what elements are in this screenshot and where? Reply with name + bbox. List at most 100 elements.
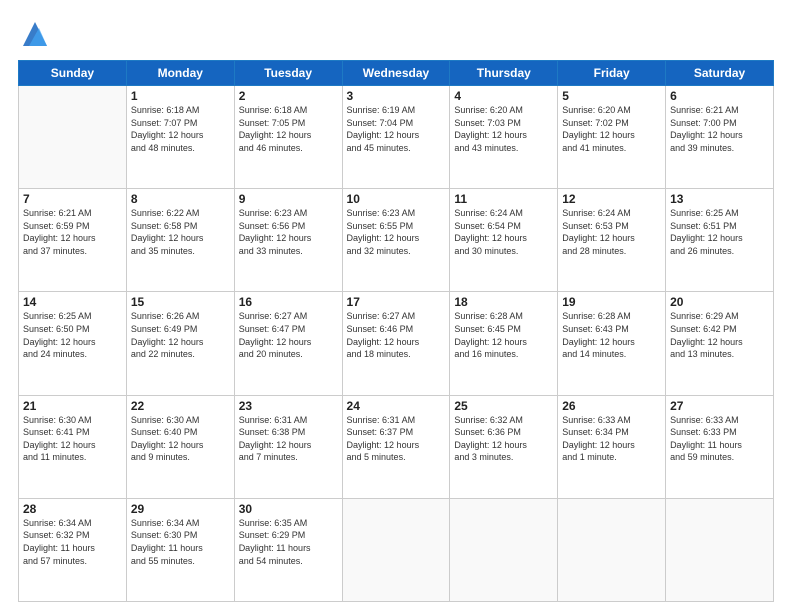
calendar-cell: 30Sunrise: 6:35 AM Sunset: 6:29 PM Dayli… <box>234 498 342 601</box>
day-number: 28 <box>23 502 122 516</box>
weekday-header-thursday: Thursday <box>450 61 558 86</box>
calendar-cell: 9Sunrise: 6:23 AM Sunset: 6:56 PM Daylig… <box>234 189 342 292</box>
calendar-cell: 14Sunrise: 6:25 AM Sunset: 6:50 PM Dayli… <box>19 292 127 395</box>
day-number: 19 <box>562 295 661 309</box>
day-info: Sunrise: 6:18 AM Sunset: 7:05 PM Dayligh… <box>239 104 338 154</box>
calendar-cell <box>19 86 127 189</box>
day-number: 18 <box>454 295 553 309</box>
day-info: Sunrise: 6:25 AM Sunset: 6:50 PM Dayligh… <box>23 310 122 360</box>
day-number: 29 <box>131 502 230 516</box>
calendar-cell: 24Sunrise: 6:31 AM Sunset: 6:37 PM Dayli… <box>342 395 450 498</box>
calendar-cell: 4Sunrise: 6:20 AM Sunset: 7:03 PM Daylig… <box>450 86 558 189</box>
day-number: 21 <box>23 399 122 413</box>
calendar-cell: 18Sunrise: 6:28 AM Sunset: 6:45 PM Dayli… <box>450 292 558 395</box>
day-info: Sunrise: 6:31 AM Sunset: 6:38 PM Dayligh… <box>239 414 338 464</box>
day-number: 6 <box>670 89 769 103</box>
day-info: Sunrise: 6:33 AM Sunset: 6:33 PM Dayligh… <box>670 414 769 464</box>
calendar-cell: 25Sunrise: 6:32 AM Sunset: 6:36 PM Dayli… <box>450 395 558 498</box>
weekday-header-row: SundayMondayTuesdayWednesdayThursdayFrid… <box>19 61 774 86</box>
calendar-cell: 11Sunrise: 6:24 AM Sunset: 6:54 PM Dayli… <box>450 189 558 292</box>
calendar-cell: 29Sunrise: 6:34 AM Sunset: 6:30 PM Dayli… <box>126 498 234 601</box>
day-info: Sunrise: 6:24 AM Sunset: 6:54 PM Dayligh… <box>454 207 553 257</box>
day-info: Sunrise: 6:27 AM Sunset: 6:46 PM Dayligh… <box>347 310 446 360</box>
day-number: 20 <box>670 295 769 309</box>
day-info: Sunrise: 6:19 AM Sunset: 7:04 PM Dayligh… <box>347 104 446 154</box>
day-number: 2 <box>239 89 338 103</box>
calendar-cell: 28Sunrise: 6:34 AM Sunset: 6:32 PM Dayli… <box>19 498 127 601</box>
calendar-cell: 19Sunrise: 6:28 AM Sunset: 6:43 PM Dayli… <box>558 292 666 395</box>
logo-icon <box>21 18 49 50</box>
day-info: Sunrise: 6:24 AM Sunset: 6:53 PM Dayligh… <box>562 207 661 257</box>
weekday-header-wednesday: Wednesday <box>342 61 450 86</box>
calendar-cell: 8Sunrise: 6:22 AM Sunset: 6:58 PM Daylig… <box>126 189 234 292</box>
day-info: Sunrise: 6:35 AM Sunset: 6:29 PM Dayligh… <box>239 517 338 567</box>
day-number: 17 <box>347 295 446 309</box>
week-row-5: 28Sunrise: 6:34 AM Sunset: 6:32 PM Dayli… <box>19 498 774 601</box>
day-number: 23 <box>239 399 338 413</box>
day-info: Sunrise: 6:29 AM Sunset: 6:42 PM Dayligh… <box>670 310 769 360</box>
page-header <box>18 18 774 50</box>
day-number: 10 <box>347 192 446 206</box>
calendar-table: SundayMondayTuesdayWednesdayThursdayFrid… <box>18 60 774 602</box>
day-info: Sunrise: 6:21 AM Sunset: 7:00 PM Dayligh… <box>670 104 769 154</box>
day-info: Sunrise: 6:28 AM Sunset: 6:43 PM Dayligh… <box>562 310 661 360</box>
calendar-cell: 21Sunrise: 6:30 AM Sunset: 6:41 PM Dayli… <box>19 395 127 498</box>
calendar-cell: 10Sunrise: 6:23 AM Sunset: 6:55 PM Dayli… <box>342 189 450 292</box>
weekday-header-monday: Monday <box>126 61 234 86</box>
day-info: Sunrise: 6:25 AM Sunset: 6:51 PM Dayligh… <box>670 207 769 257</box>
day-info: Sunrise: 6:18 AM Sunset: 7:07 PM Dayligh… <box>131 104 230 154</box>
day-info: Sunrise: 6:30 AM Sunset: 6:40 PM Dayligh… <box>131 414 230 464</box>
calendar-cell <box>666 498 774 601</box>
calendar-cell: 1Sunrise: 6:18 AM Sunset: 7:07 PM Daylig… <box>126 86 234 189</box>
calendar-cell: 17Sunrise: 6:27 AM Sunset: 6:46 PM Dayli… <box>342 292 450 395</box>
calendar-cell: 6Sunrise: 6:21 AM Sunset: 7:00 PM Daylig… <box>666 86 774 189</box>
week-row-1: 1Sunrise: 6:18 AM Sunset: 7:07 PM Daylig… <box>19 86 774 189</box>
week-row-4: 21Sunrise: 6:30 AM Sunset: 6:41 PM Dayli… <box>19 395 774 498</box>
calendar-cell <box>558 498 666 601</box>
calendar-cell: 27Sunrise: 6:33 AM Sunset: 6:33 PM Dayli… <box>666 395 774 498</box>
day-number: 16 <box>239 295 338 309</box>
weekday-header-saturday: Saturday <box>666 61 774 86</box>
day-info: Sunrise: 6:33 AM Sunset: 6:34 PM Dayligh… <box>562 414 661 464</box>
day-number: 1 <box>131 89 230 103</box>
day-info: Sunrise: 6:30 AM Sunset: 6:41 PM Dayligh… <box>23 414 122 464</box>
day-info: Sunrise: 6:27 AM Sunset: 6:47 PM Dayligh… <box>239 310 338 360</box>
calendar-cell: 7Sunrise: 6:21 AM Sunset: 6:59 PM Daylig… <box>19 189 127 292</box>
day-number: 27 <box>670 399 769 413</box>
week-row-3: 14Sunrise: 6:25 AM Sunset: 6:50 PM Dayli… <box>19 292 774 395</box>
calendar-cell: 20Sunrise: 6:29 AM Sunset: 6:42 PM Dayli… <box>666 292 774 395</box>
day-number: 8 <box>131 192 230 206</box>
calendar-cell <box>342 498 450 601</box>
calendar-cell: 16Sunrise: 6:27 AM Sunset: 6:47 PM Dayli… <box>234 292 342 395</box>
day-info: Sunrise: 6:20 AM Sunset: 7:02 PM Dayligh… <box>562 104 661 154</box>
calendar-cell: 23Sunrise: 6:31 AM Sunset: 6:38 PM Dayli… <box>234 395 342 498</box>
day-number: 12 <box>562 192 661 206</box>
day-number: 13 <box>670 192 769 206</box>
day-number: 30 <box>239 502 338 516</box>
calendar-cell <box>450 498 558 601</box>
day-number: 4 <box>454 89 553 103</box>
calendar-cell: 26Sunrise: 6:33 AM Sunset: 6:34 PM Dayli… <box>558 395 666 498</box>
calendar-cell: 12Sunrise: 6:24 AM Sunset: 6:53 PM Dayli… <box>558 189 666 292</box>
day-info: Sunrise: 6:26 AM Sunset: 6:49 PM Dayligh… <box>131 310 230 360</box>
day-info: Sunrise: 6:34 AM Sunset: 6:30 PM Dayligh… <box>131 517 230 567</box>
weekday-header-sunday: Sunday <box>19 61 127 86</box>
day-info: Sunrise: 6:23 AM Sunset: 6:55 PM Dayligh… <box>347 207 446 257</box>
calendar-cell: 3Sunrise: 6:19 AM Sunset: 7:04 PM Daylig… <box>342 86 450 189</box>
week-row-2: 7Sunrise: 6:21 AM Sunset: 6:59 PM Daylig… <box>19 189 774 292</box>
day-number: 22 <box>131 399 230 413</box>
day-info: Sunrise: 6:31 AM Sunset: 6:37 PM Dayligh… <box>347 414 446 464</box>
calendar-cell: 15Sunrise: 6:26 AM Sunset: 6:49 PM Dayli… <box>126 292 234 395</box>
calendar-cell: 5Sunrise: 6:20 AM Sunset: 7:02 PM Daylig… <box>558 86 666 189</box>
day-number: 25 <box>454 399 553 413</box>
day-info: Sunrise: 6:32 AM Sunset: 6:36 PM Dayligh… <box>454 414 553 464</box>
calendar-cell: 13Sunrise: 6:25 AM Sunset: 6:51 PM Dayli… <box>666 189 774 292</box>
day-info: Sunrise: 6:23 AM Sunset: 6:56 PM Dayligh… <box>239 207 338 257</box>
day-number: 3 <box>347 89 446 103</box>
day-number: 15 <box>131 295 230 309</box>
day-info: Sunrise: 6:34 AM Sunset: 6:32 PM Dayligh… <box>23 517 122 567</box>
logo <box>18 18 49 50</box>
weekday-header-friday: Friday <box>558 61 666 86</box>
day-info: Sunrise: 6:20 AM Sunset: 7:03 PM Dayligh… <box>454 104 553 154</box>
calendar-cell: 2Sunrise: 6:18 AM Sunset: 7:05 PM Daylig… <box>234 86 342 189</box>
